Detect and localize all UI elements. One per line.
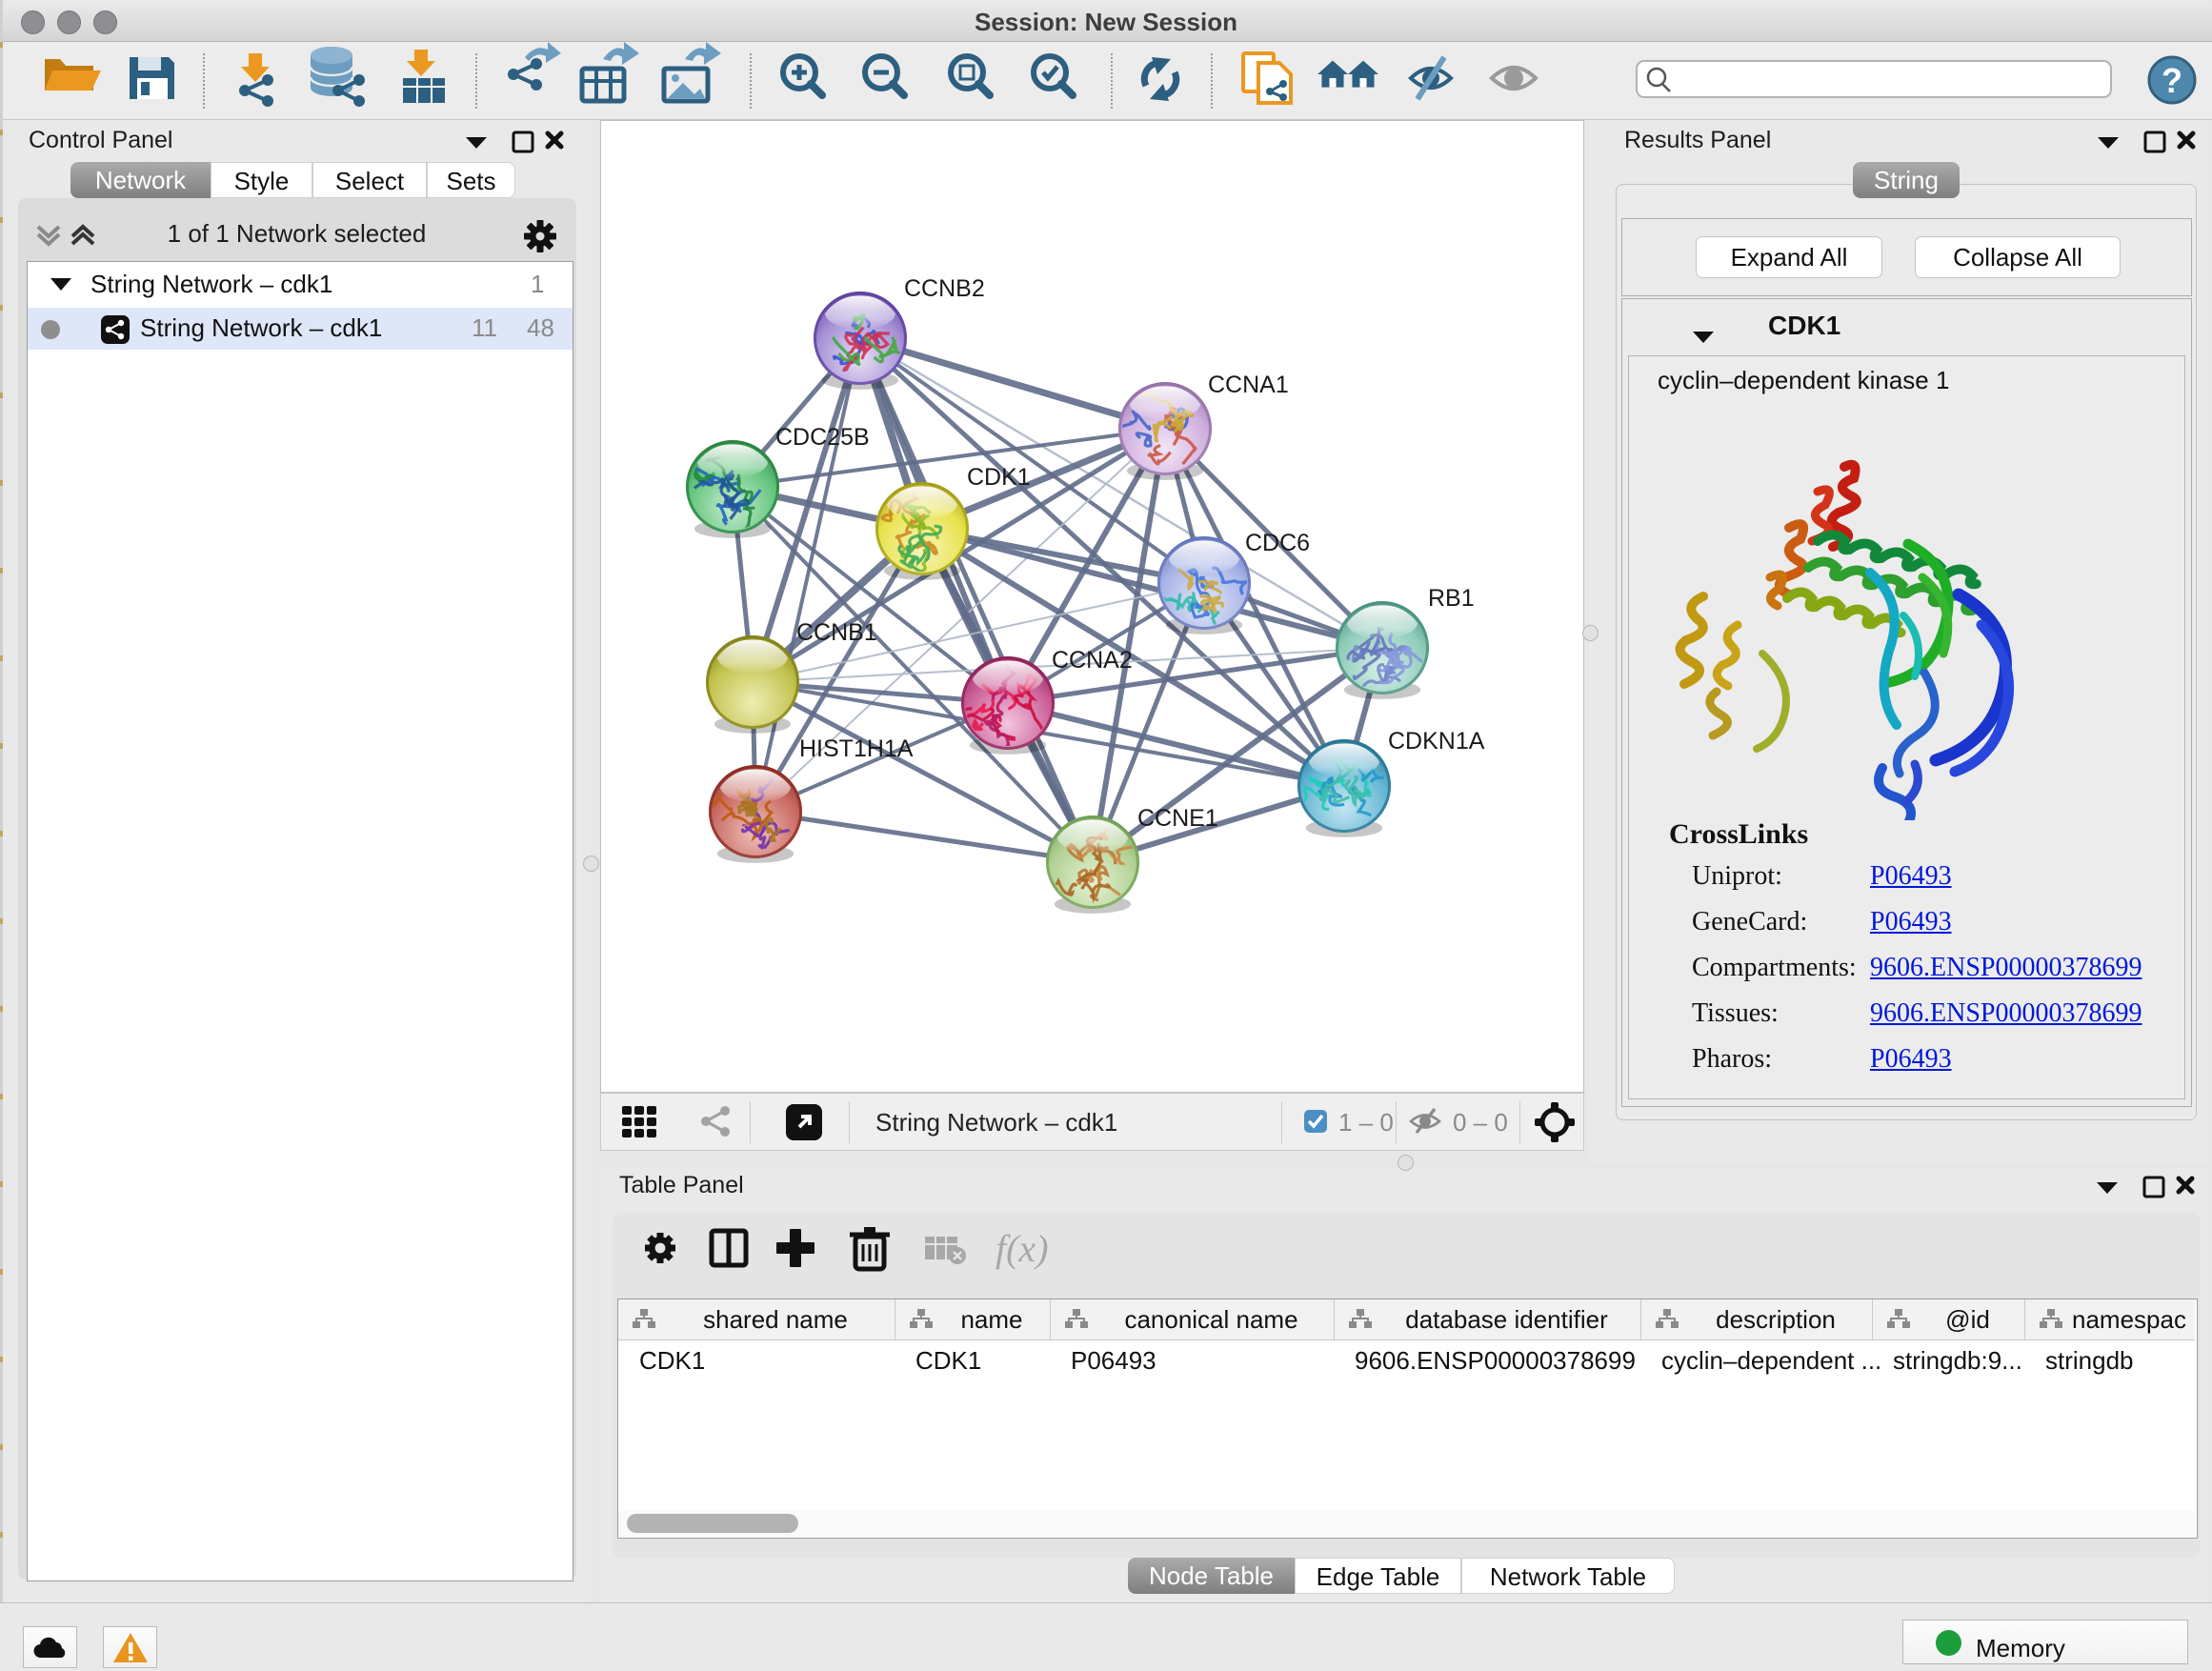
- svg-text:CCNE1: CCNE1: [1137, 805, 1218, 832]
- svg-text:?: ?: [2162, 61, 2182, 100]
- svg-text:CDC6: CDC6: [1245, 530, 1310, 556]
- svg-text:CCNB2: CCNB2: [904, 275, 985, 302]
- svg-text:CDK1: CDK1: [967, 464, 1031, 491]
- svg-text:CCNB1: CCNB1: [796, 619, 877, 646]
- svg-text:CDKN1A: CDKN1A: [1388, 728, 1485, 755]
- svg-text:CCNA2: CCNA2: [1052, 647, 1133, 674]
- svg-text:CDC25B: CDC25B: [775, 424, 870, 451]
- svg-text:HIST1H1A: HIST1H1A: [799, 735, 914, 762]
- svg-text:CCNA1: CCNA1: [1208, 372, 1289, 398]
- svg-text:f(x): f(x): [995, 1227, 1049, 1270]
- svg-text:RB1: RB1: [1428, 585, 1475, 612]
